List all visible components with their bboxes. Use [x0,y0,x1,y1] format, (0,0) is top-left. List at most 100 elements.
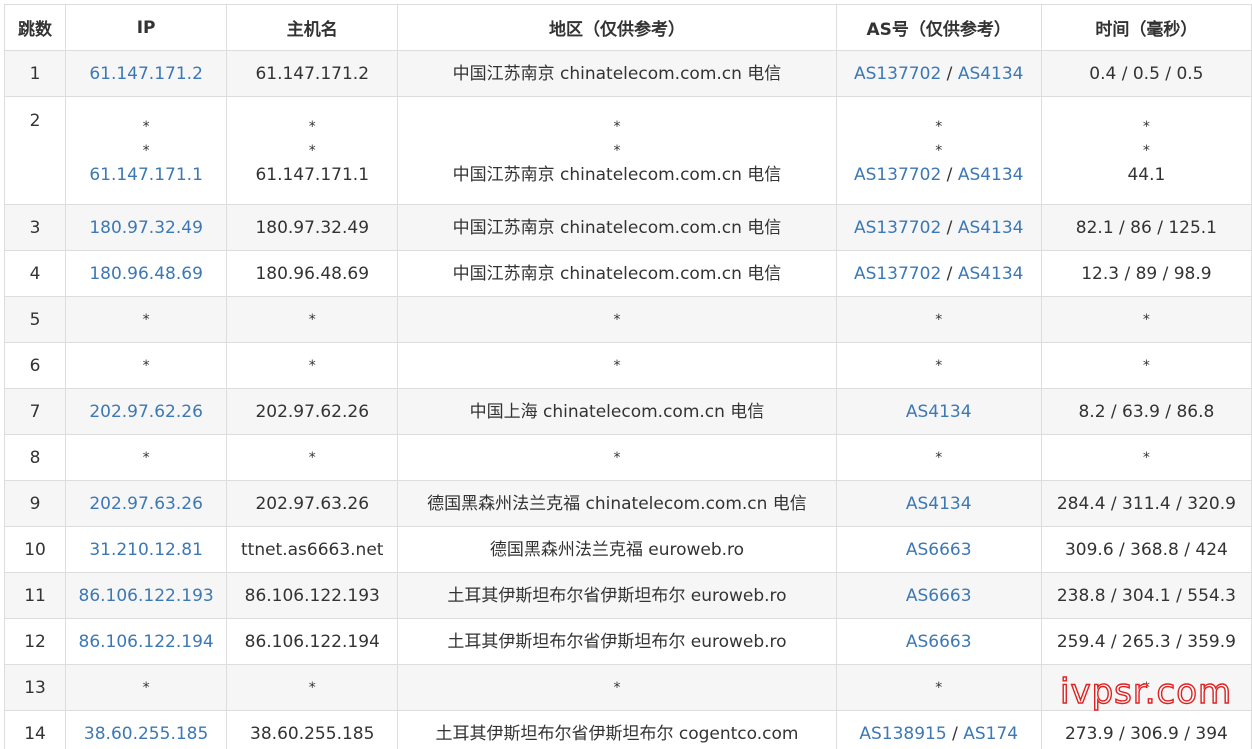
watermark: ivpsr.com [1059,671,1233,712]
ip-link[interactable]: 180.96.48.69 [72,262,220,286]
region-value: 德国黑森州法兰克福 euroweb.ro [489,539,745,560]
time-cell: 309.6 / 368.8 / 424 [1040,526,1252,573]
time-cell: * [1040,434,1252,481]
as-line: AS138915 / AS174 [843,722,1035,746]
as-empty: * [935,449,943,466]
as-link[interactable]: AS138915 [859,724,946,744]
region-value: 中国上海 chinatelecom.com.cn 电信 [469,401,765,422]
region-cell: * [397,342,837,389]
ip-link[interactable]: 31.210.12.81 [72,538,220,562]
hop-cell: 3 [3,204,67,251]
as-cell: * [835,434,1042,481]
as-link[interactable]: AS4134 [958,264,1024,284]
region-cell: 中国江苏南京 chinatelecom.com.cn 电信 [397,50,837,97]
region-value: 土耳其伊斯坦布尔省伊斯坦布尔 euroweb.ro [447,585,787,606]
region-value: 中国江苏南京 chinatelecom.com.cn 电信 [452,164,782,185]
as-link[interactable]: AS4134 [906,402,972,422]
host-value: 202.97.63.26 [255,493,370,514]
as-link[interactable]: AS137702 [854,64,941,84]
as-separator: / [946,723,964,744]
ip-link[interactable]: 202.97.62.26 [72,400,220,424]
ip-cell: * * 61.147.171.1 [65,96,228,205]
as-cell: AS4134 [835,480,1042,527]
table-row: 7 202.97.62.26 202.97.62.26 中国上海 chinatelec… [3,388,1252,435]
time-cell: * [1040,342,1252,389]
host-value: 202.97.62.26 [255,401,370,422]
host-cell: * [226,434,399,481]
table-row: 12 86.106.122.194 86.106.122.194 土耳其伊斯坦布尔省伊… [3,618,1252,665]
table-header: 跳数 IP 主机名 地区（仅供参考） AS号（仅供参考） 时间（毫秒） [3,4,1252,51]
hop-cell: 4 [3,250,67,297]
table-row: 3 180.97.32.49 180.97.32.49 中国江苏南京 chinatel… [3,204,1252,251]
host-cell: 202.97.63.26 [226,480,399,527]
time-value: 238.8 / 304.1 / 554.3 [1056,585,1236,606]
as-link[interactable]: AS137702 [854,218,941,238]
time-cell: 259.4 / 265.3 / 359.9 [1040,618,1252,665]
as-link[interactable]: AS137702 [854,264,941,284]
hop-cell: 5 [3,296,67,343]
as-link[interactable]: AS6663 [906,632,972,652]
as-link[interactable]: AS4134 [958,165,1024,185]
hop-cell: 11 [3,572,67,619]
as-cell: * [835,296,1042,343]
time-value: 44.1 [1127,164,1166,185]
ip-link[interactable]: 86.106.122.194 [72,630,220,654]
time-value: 12.3 / 89 / 98.9 [1081,263,1212,284]
region-cell: 德国黑森州法兰克福 chinatelecom.com.cn 电信 [397,480,837,527]
region-value: * [613,118,621,135]
host-cell: 180.97.32.49 [226,204,399,251]
host-cell: 38.60.255.185 [226,710,399,749]
time-value: 273.9 / 306.9 / 394 [1064,723,1228,744]
header-hop: 跳数 [3,4,67,51]
as-separator: / [941,63,958,84]
time-cell: 238.8 / 304.1 / 554.3 [1040,572,1252,619]
region-value: * [613,142,621,159]
ip-cell: 61.147.171.2 [65,50,228,97]
time-value: * [1142,142,1150,159]
as-empty: * [935,118,943,135]
as-cell: AS137702 / AS4134 [835,50,1042,97]
ip-link[interactable]: 61.147.171.1 [72,163,220,187]
as-cell: * [835,342,1042,389]
as-link[interactable]: AS6663 [906,586,972,606]
as-empty: * [935,357,943,374]
time-cell: 82.1 / 86 / 125.1 [1040,204,1252,251]
time-value: 309.6 / 368.8 / 424 [1064,539,1228,560]
as-cell: AS138915 / AS174 [835,710,1042,749]
as-link[interactable]: AS4134 [906,494,972,514]
host-value: 38.60.255.185 [250,723,375,744]
ip-link[interactable]: 180.97.32.49 [72,216,220,240]
hop-cell: 14 [3,710,67,749]
region-value: 中国江苏南京 chinatelecom.com.cn 电信 [452,263,782,284]
hop-cell: 2 [3,96,67,205]
ip-link[interactable]: 38.60.255.185 [72,722,220,746]
ip-link[interactable]: 61.147.171.2 [72,62,220,86]
host-cell: ttnet.as6663.net [226,526,399,573]
host-value: * [308,311,316,328]
ip-link[interactable]: 202.97.63.26 [72,492,220,516]
time-cell: 0.4 / 0.5 / 0.5 [1040,50,1252,97]
ip-link[interactable]: 86.106.122.193 [72,584,220,608]
as-cell: AS6663 [835,526,1042,573]
ip-cell: 38.60.255.185 [65,710,228,749]
as-cell: AS6663 [835,572,1042,619]
host-value: * [308,357,316,374]
as-link[interactable]: AS4134 [958,64,1024,84]
as-line: AS137702 / AS4134 [843,216,1035,240]
table-row: 14 38.60.255.185 38.60.255.185 土耳其伊斯坦布尔省伊斯坦… [3,710,1252,749]
time-value: * [1142,311,1150,328]
region-value: * [613,679,621,696]
table-row: 5 * * * * * [3,296,1252,343]
region-cell: 中国江苏南京 chinatelecom.com.cn 电信 [397,250,837,297]
region-value: 土耳其伊斯坦布尔省伊斯坦布尔 euroweb.ro [447,631,787,652]
host-cell: * [226,664,399,711]
time-cell: 12.3 / 89 / 98.9 [1040,250,1252,297]
as-cell: AS137702 / AS4134 [835,204,1042,251]
as-link[interactable]: AS174 [963,724,1018,744]
as-link[interactable]: AS4134 [958,218,1024,238]
ip-cell: 86.106.122.193 [65,572,228,619]
as-link[interactable]: AS6663 [906,540,972,560]
as-link[interactable]: AS137702 [854,165,941,185]
ip-cell: * [65,296,228,343]
header-as: AS号（仅供参考） [835,4,1042,51]
